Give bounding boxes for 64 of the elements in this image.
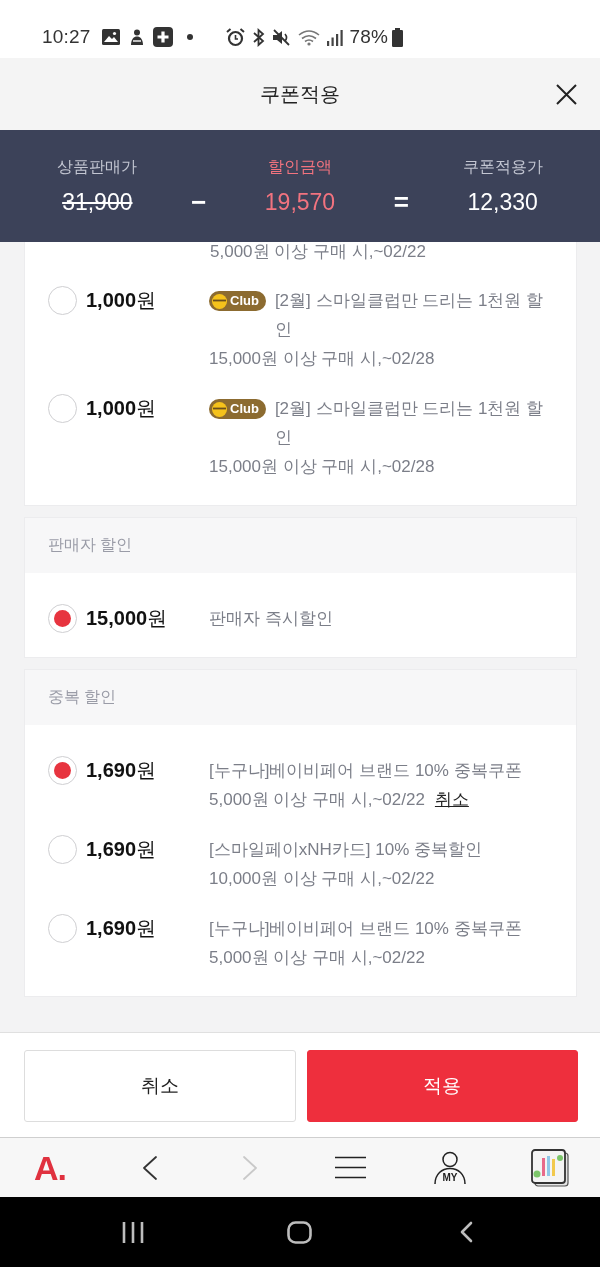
coupon-description: [스마일페이xNH카드] 10% 중복할인 — [209, 839, 482, 861]
radio-button[interactable] — [48, 914, 77, 943]
radio-button[interactable] — [48, 394, 77, 423]
coupon-amount: 1,000원 — [86, 396, 157, 421]
coupon-amount: 1,690원 — [86, 758, 157, 783]
person-icon — [433, 1150, 467, 1185]
radio-button[interactable] — [48, 604, 77, 633]
recent-apps-icon[interactable] — [122, 1221, 145, 1243]
image-icon — [101, 29, 120, 45]
minus-circle-icon — [212, 401, 227, 417]
bluetooth-icon — [251, 27, 265, 47]
brand-logo[interactable]: A. — [34, 1149, 66, 1186]
coupon-description: [2월] 스마일클럽만 드리는 1천원 할인 — [274, 290, 545, 341]
radio-button[interactable] — [48, 286, 77, 315]
coupon-condition: 15,000원 이상 구매 시,~02/28 — [209, 348, 435, 370]
section-title: 판매자 할인 — [48, 535, 133, 555]
plus-icon — [152, 27, 173, 47]
battery-icon — [392, 27, 404, 47]
coupon-amount: 15,000원 — [86, 606, 168, 631]
coupon-condition: 5,000원 이상 구매 시,~02/22 — [209, 789, 425, 811]
alarm-icon — [225, 27, 245, 47]
badge-label: Club — [230, 400, 259, 418]
home-icon[interactable] — [287, 1220, 313, 1244]
chevron-left-icon[interactable] — [460, 1221, 474, 1243]
coupon-description: [누구나]베이비페어 브랜드 10% 중복쿠폰 — [209, 918, 522, 940]
radio-button[interactable] — [48, 835, 77, 864]
wifi-icon — [297, 28, 320, 46]
section-title: 중복 할인 — [48, 687, 117, 707]
coupon-condition: 15,000원 이상 구매 시,~02/28 — [209, 456, 435, 478]
radio-button[interactable] — [48, 756, 77, 785]
menu-icon[interactable] — [334, 1156, 366, 1179]
status-time: 10:27 — [42, 26, 91, 48]
coupon-amount: 1,690원 — [86, 916, 157, 941]
coupon-description: [2월] 스마일클럽만 드리는 1천원 할인 — [274, 398, 545, 449]
operator-sign: = — [393, 186, 409, 218]
badge-label: Club — [230, 292, 259, 310]
cancel-button[interactable]: 취소 — [24, 1050, 296, 1122]
person-icon — [128, 28, 144, 46]
mute-icon — [271, 27, 291, 47]
price-label: 상품판매가 — [57, 157, 138, 177]
cancel-link[interactable]: 취소 — [434, 785, 469, 814]
minus-circle-icon — [212, 293, 227, 309]
price-label: 할인금액 — [268, 157, 332, 177]
operator-sign: − — [191, 186, 207, 218]
coupon-description: 판매자 즉시할인 — [209, 608, 333, 630]
price-value: 31,900 — [62, 188, 133, 217]
coupon-amount: 1,690원 — [86, 837, 157, 862]
dot-icon — [186, 34, 193, 40]
close-icon[interactable] — [556, 83, 577, 105]
header-title: 쿠폰적용 — [260, 81, 340, 107]
coupon-condition: 5,000원 이상 구매 시,~02/22 — [209, 947, 425, 969]
tab-thumbnail-icon[interactable] — [531, 1148, 569, 1187]
apply-button[interactable]: 적용 — [306, 1050, 578, 1122]
coupon-condition: 10,000원 이상 구매 시,~02/22 — [209, 868, 435, 890]
profile-button[interactable]: MY — [433, 1150, 467, 1185]
price-value: 12,330 — [467, 188, 538, 217]
chevron-left-icon[interactable] — [142, 1154, 158, 1181]
battery-percent: 78% — [349, 26, 389, 48]
signal-icon — [326, 28, 343, 46]
coupon-condition: 5,000원 이상 구매 시,~02/22 — [210, 242, 426, 262]
price-label: 쿠폰적용가 — [462, 157, 543, 177]
coupon-description: [누구나]베이비페어 브랜드 10% 중복쿠폰 — [209, 760, 522, 782]
coupon-amount: 1,000원 — [86, 288, 157, 313]
price-value: 19,570 — [264, 188, 336, 217]
